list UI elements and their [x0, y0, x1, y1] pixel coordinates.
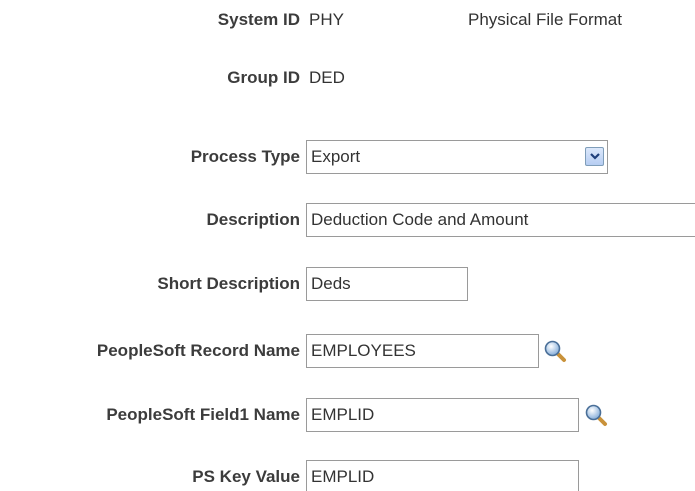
- system-id-label: System ID: [217, 10, 300, 29]
- record-name-label: PeopleSoft Record Name: [96, 341, 300, 360]
- record-name-input[interactable]: EMPLOYEES: [306, 334, 539, 368]
- ps-key-value-label: PS Key Value: [192, 467, 300, 486]
- field1-name-input[interactable]: EMPLID: [306, 398, 579, 432]
- system-id-value: PHY: [309, 10, 344, 29]
- description-input[interactable]: Deduction Code and Amount: [306, 203, 695, 237]
- process-type-value: Export: [311, 147, 361, 166]
- short-description-input[interactable]: Deds: [306, 267, 468, 301]
- group-id-value: DED: [309, 68, 345, 87]
- process-type-select[interactable]: Export: [306, 140, 608, 174]
- description-label: Description: [206, 210, 300, 229]
- short-description-label: Short Description: [157, 274, 300, 293]
- magnifier-icon[interactable]: [584, 403, 608, 427]
- group-id-label: Group ID: [227, 68, 300, 87]
- ps-key-value-input[interactable]: EMPLID: [306, 460, 579, 491]
- field1-name-label: PeopleSoft Field1 Name: [106, 405, 300, 424]
- file-format-page: System ID PHY Physical File Format Group…: [0, 0, 695, 491]
- system-id-description: Physical File Format: [468, 10, 622, 29]
- process-type-label: Process Type: [190, 147, 300, 166]
- chevron-down-icon[interactable]: [585, 147, 604, 166]
- magnifier-icon[interactable]: [543, 339, 567, 363]
